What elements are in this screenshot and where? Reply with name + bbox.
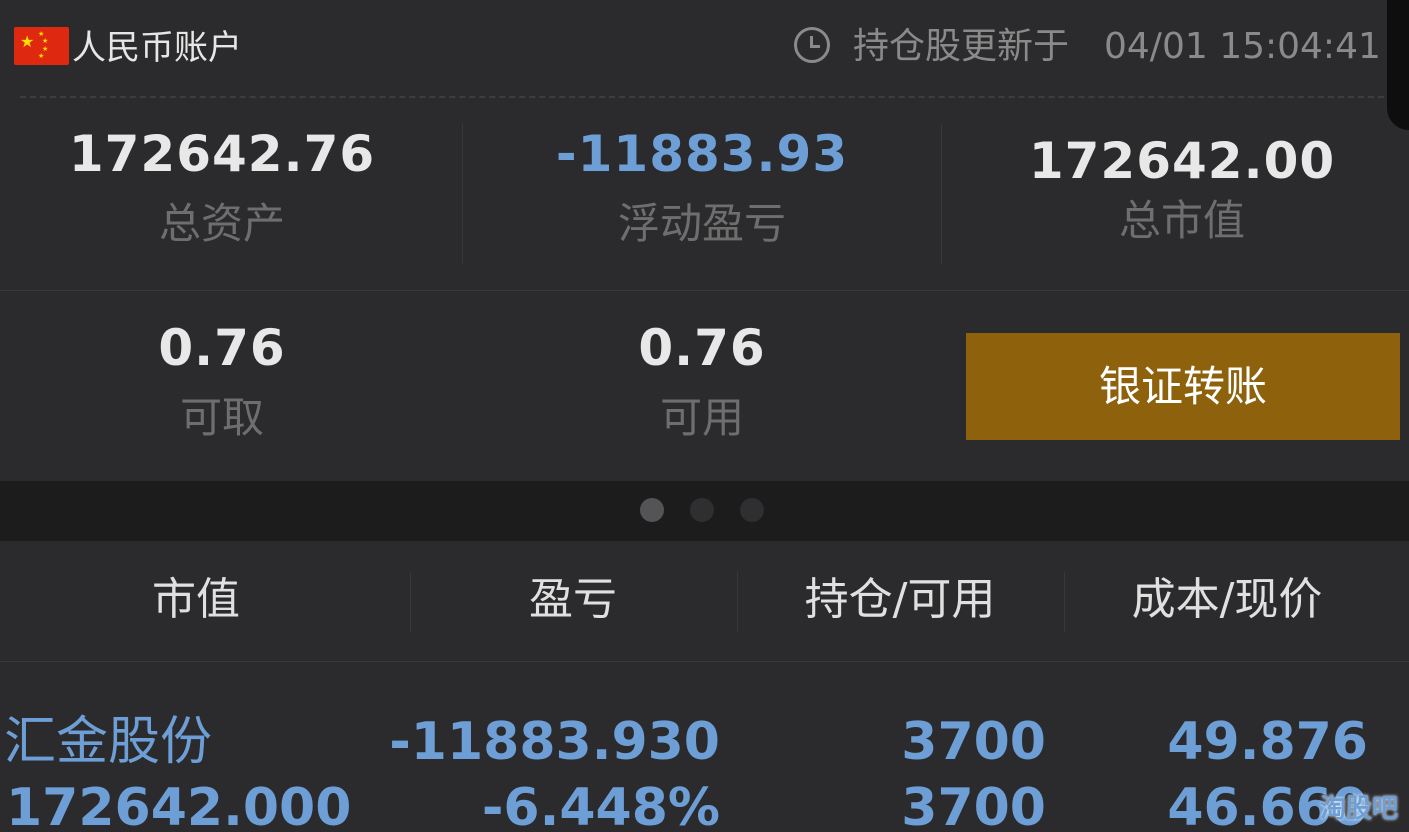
column-cost-price[interactable]: 成本/现价 [1074,572,1380,628]
available-label: 可用 [659,393,744,442]
total-market-value-label: 总市值 [1118,196,1245,245]
clock-icon [794,27,830,63]
stock-pnl: -11883.930 [389,712,720,772]
header-divider [20,96,1384,98]
account-title[interactable]: 人民币账户 [72,26,242,70]
page-dot-2[interactable] [690,498,714,522]
floating-pnl-value: -11883.93 [555,125,849,183]
column-position[interactable]: 持仓/可用 [747,572,1053,628]
stat-divider [941,124,942,264]
table-header-divider [0,661,1409,662]
stock-market-value: 172642.000 [6,778,352,832]
floating-pnl-label: 浮动盈亏 [617,199,786,248]
withdrawable-value: 0.76 [158,319,286,377]
account-page: ★ ★ ★ ★ ★ 人民币账户 持仓股更新于 04/01 15:04:41 17… [0,0,1409,832]
column-pnl[interactable]: 盈亏 [420,572,726,628]
total-market-value-value: 172642.00 [1028,132,1336,190]
bank-securities-transfer-button[interactable]: 银证转账 [966,333,1400,440]
update-time: 04/01 15:04:41 [1104,26,1381,67]
stock-position: 3700 [901,712,1046,772]
stat-divider [462,124,463,264]
watermark-logo: 淘股吧 [1320,794,1399,824]
total-assets-label: 总资产 [158,199,285,248]
page-dot-3[interactable] [740,498,764,522]
withdrawable-stat: 0.76 可取 [40,318,404,444]
column-divider [1064,572,1065,632]
stock-cost: 49.876 [1167,712,1368,772]
summary-divider [0,290,1409,291]
column-divider [737,572,738,632]
account-header: ★ ★ ★ ★ ★ 人民币账户 持仓股更新于 04/01 15:04:41 [0,0,1409,96]
stock-available: 3700 [901,778,1046,832]
column-divider [410,572,411,632]
column-market-value[interactable]: 市值 [40,572,352,628]
total-assets-value: 172642.76 [68,125,376,183]
total-market-value-stat: 172642.00 总市值 [1000,131,1364,247]
available-value: 0.76 [638,319,766,377]
page-dot-1[interactable] [640,498,664,522]
stock-name[interactable]: 汇金股份 [4,711,212,773]
total-assets-stat: 172642.76 总资产 [40,124,404,250]
floating-pnl-stat: -11883.93 浮动盈亏 [520,124,884,250]
available-stat: 0.76 可用 [520,318,884,444]
screen-edge [1387,0,1409,130]
update-label: 持仓股更新于 [853,26,1070,67]
withdrawable-label: 可取 [179,393,264,442]
china-flag-icon: ★ ★ ★ ★ ★ [14,27,69,65]
stock-pnl-percent: -6.448% [481,778,720,832]
